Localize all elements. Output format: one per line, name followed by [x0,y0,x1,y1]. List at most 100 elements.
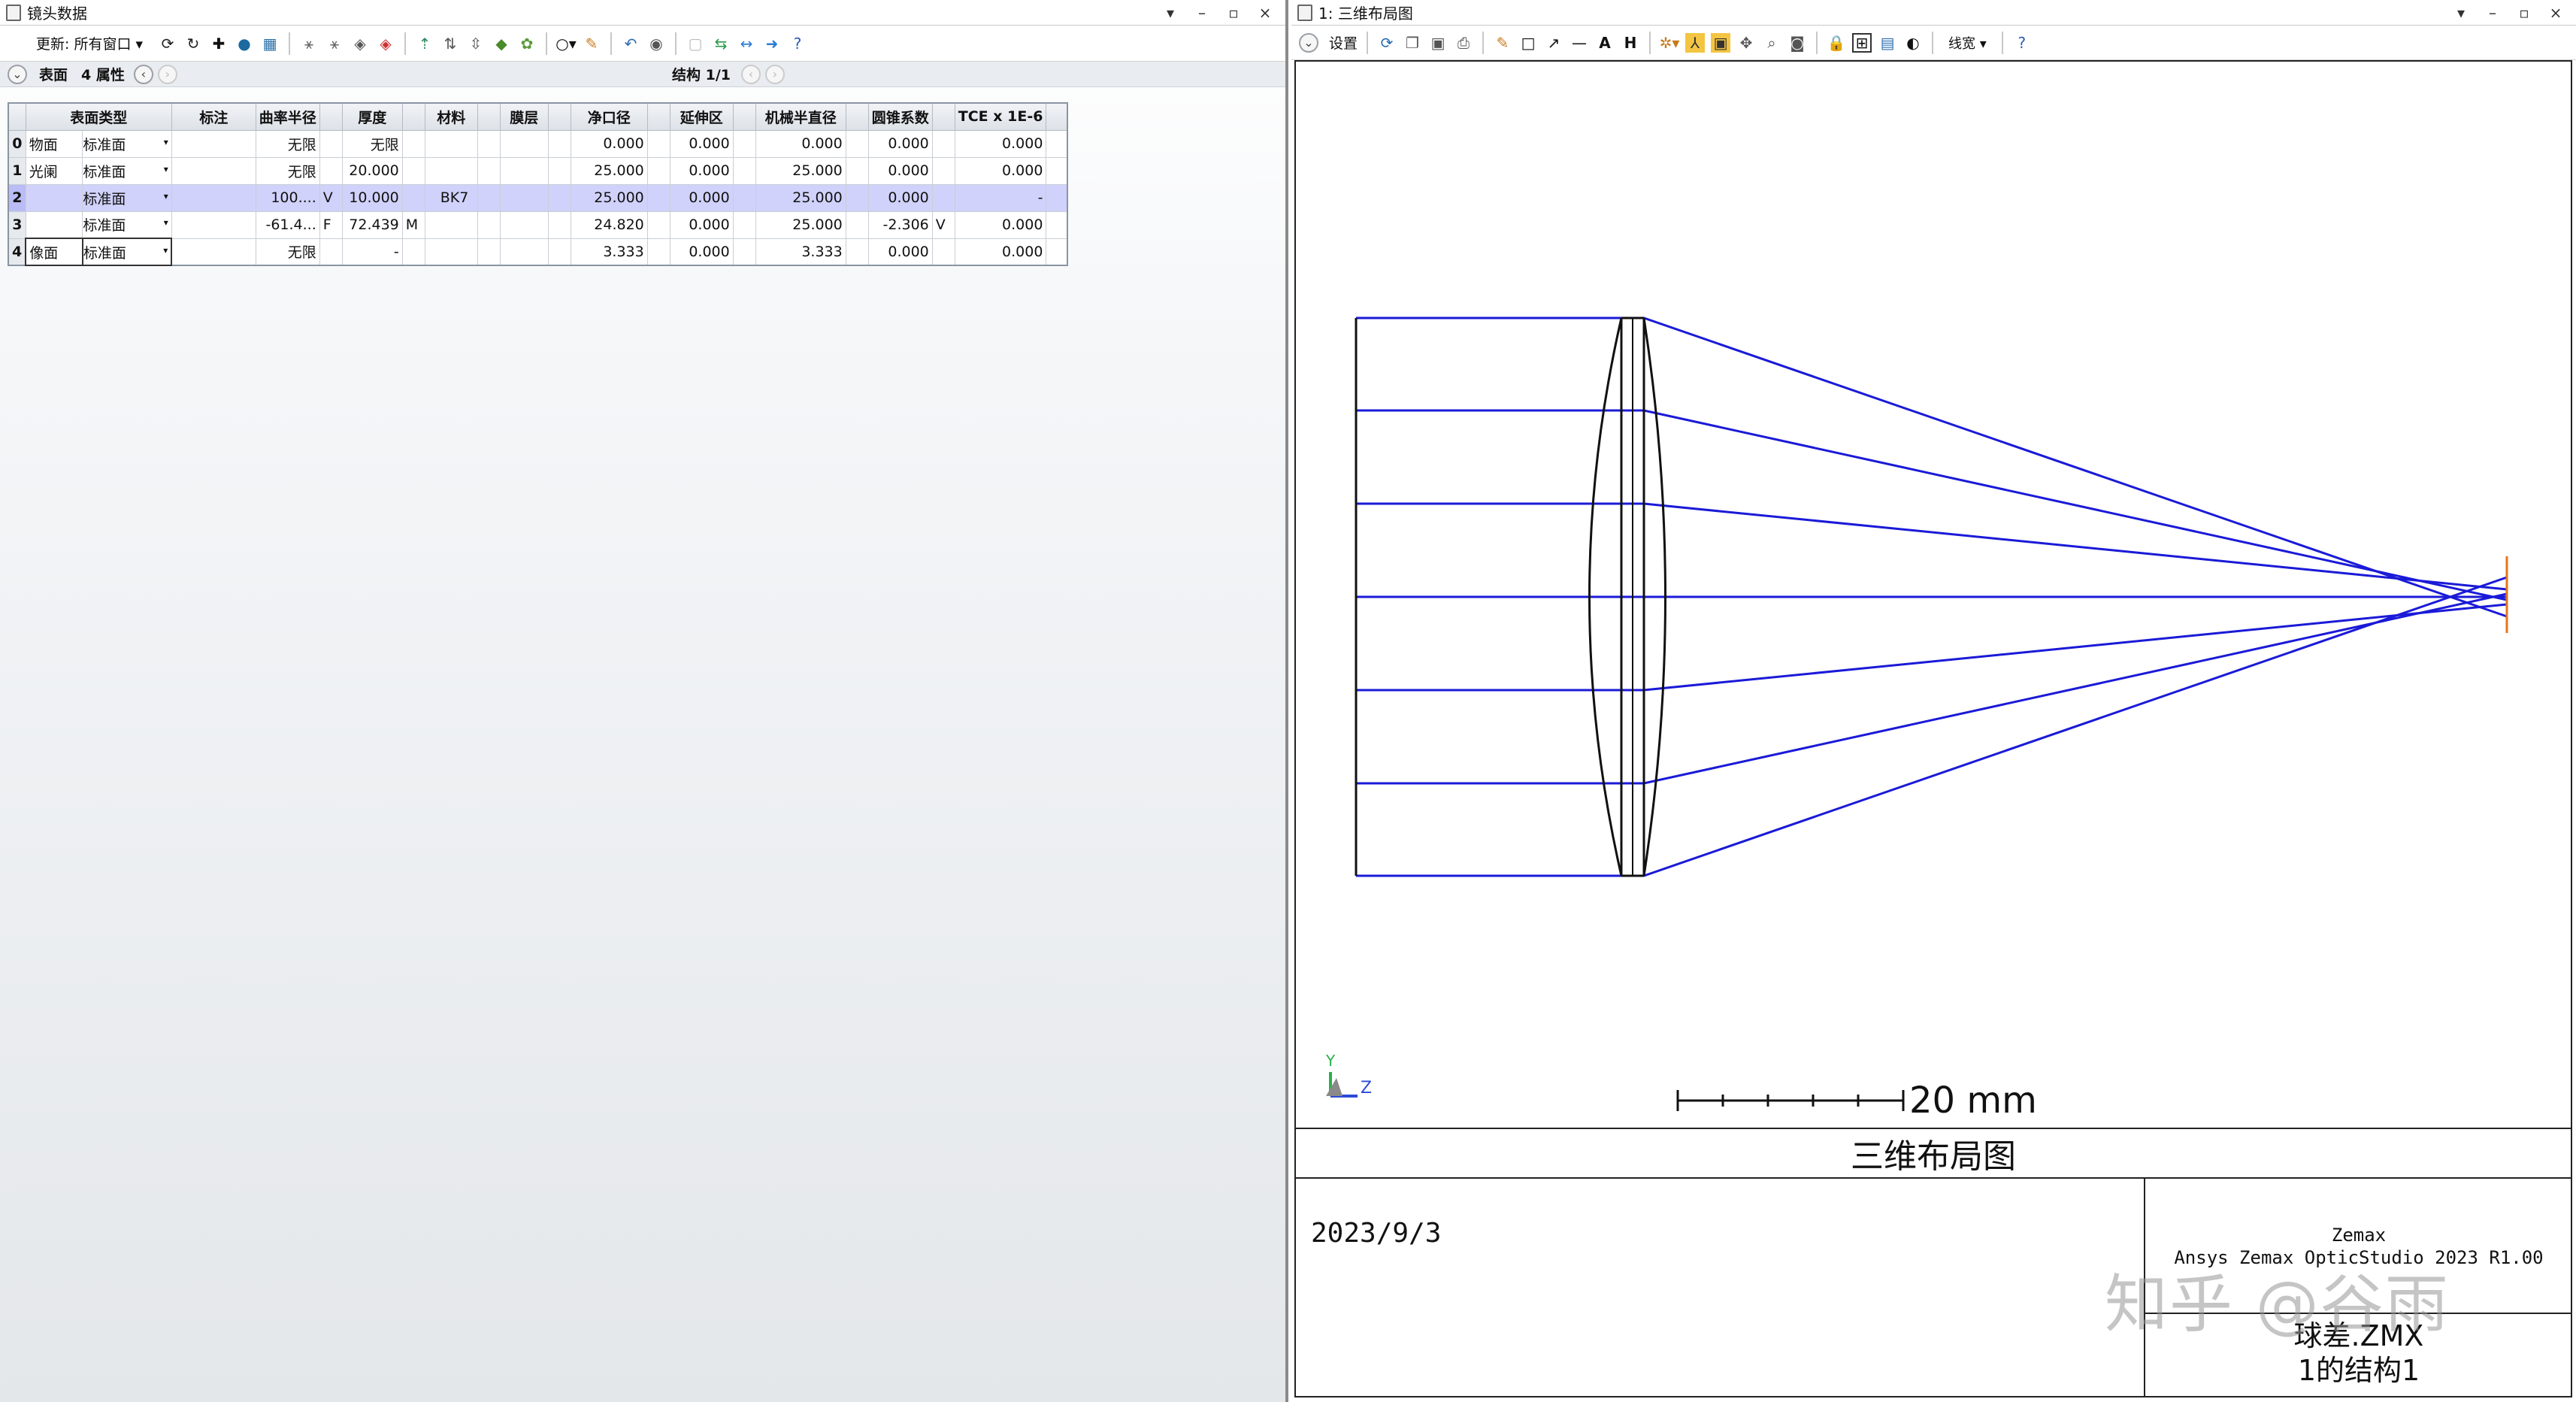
cell-chip-solve[interactable] [732,183,756,212]
cell-tce-solve[interactable] [1046,156,1068,185]
cell-surface-type[interactable]: 标准面 ▾ [82,129,172,158]
cell-thickness[interactable]: - [341,238,403,266]
cell-conic-solve[interactable] [931,238,955,266]
col-header-comment[interactable]: 标注 [171,102,256,131]
cell-material-solve[interactable] [477,156,501,185]
maximize-icon[interactable]: ▫ [2516,4,2532,22]
minimize-icon[interactable]: – [1194,4,1210,22]
pan-icon[interactable]: ✥ [1736,33,1756,53]
cell-mech-semi-dia[interactable]: 3.333 [755,238,846,266]
cell-conic-solve[interactable]: V [931,210,955,239]
cell-clear-solve[interactable] [646,129,670,158]
arrow-draw-icon[interactable]: ↗ [1544,33,1563,53]
cell-radius[interactable]: 无限 [255,238,320,266]
update-dropdown[interactable]: 更新: 所有窗口 ▾ [36,33,143,53]
cell-chip-solve[interactable] [732,129,756,158]
cell-thickness-solve[interactable] [401,238,425,266]
cell-thickness[interactable]: 10.000 [341,183,403,212]
cell-surface-type[interactable]: 标准面 ▾ [82,156,172,185]
cell-mech-semi-dia[interactable]: 0.000 [755,129,846,158]
cell-tce[interactable]: 0.000 [954,156,1047,185]
chevron-down-icon[interactable]: ▾ [164,191,168,201]
arrow-join-icon[interactable]: ⇳ [466,34,486,53]
wand2-icon[interactable]: ⚹ [325,34,344,53]
pencil-icon[interactable]: ✎ [582,34,601,53]
menu-dropdown-icon[interactable]: ▾ [1162,4,1179,22]
cell-conic[interactable]: 0.000 [867,183,933,212]
cell-surface-name[interactable] [25,210,83,239]
cell-thickness-solve[interactable] [401,156,425,185]
circle-icon[interactable]: ○▾ [555,34,577,53]
cube-icon[interactable]: ▦ [260,34,280,53]
arrow-up-icon[interactable]: ⇡ [415,34,434,53]
cell-coating[interactable] [499,156,549,185]
cell-surface-type[interactable]: 标准面 ▾ [82,210,172,239]
double-arrow-icon[interactable]: ↔ [737,34,756,53]
cell-conic-solve[interactable] [931,183,955,212]
cell-coating[interactable] [499,183,549,212]
add-icon[interactable]: ✚ [209,34,229,53]
table-row[interactable]: 0 物面 标准面 ▾ 无限 无限 0.000 0.000 0.000 0.000 0.000 [8,129,1068,158]
col-header-surface-type[interactable]: 表面类型 [25,102,172,131]
cell-comment[interactable] [171,183,256,212]
col-header-tce[interactable]: TCE x 1E-6 [954,102,1047,131]
col-header-radius[interactable]: 曲率半径 [255,102,320,131]
globe-icon[interactable]: ● [235,34,254,53]
settings-button[interactable]: 设置 [1329,32,1358,53]
cell-mech-solve[interactable] [845,238,869,266]
chevron-down-icon[interactable]: ▾ [164,137,168,147]
cell-radius-solve[interactable]: V [319,183,343,212]
cell-thickness-solve[interactable]: M [401,210,425,239]
table-row[interactable]: 3 标准面 ▾ -61.4... F 72.439 M 24.820 0.000 25.000 -2… [8,210,1068,239]
line-icon[interactable]: — [1570,33,1589,53]
cell-tce-solve[interactable] [1046,210,1068,239]
cell-radius-solve[interactable] [319,238,343,266]
cell-clear-solve[interactable] [646,210,670,239]
prev-config-icon[interactable]: ‹ [741,64,761,84]
fit-icon[interactable]: ⊞ [1852,32,1872,53]
table-row[interactable]: 2 标准面 ▾ 100.... V 10.000 BK7 25.000 0.000 25.000 0… [8,183,1068,212]
help-icon[interactable]: ? [2012,33,2032,53]
undo-icon[interactable]: ↶ [621,34,640,53]
cell-tce[interactable]: 0.000 [954,238,1047,266]
cell-thickness[interactable]: 72.439 [341,210,403,239]
cell-mech-semi-dia[interactable]: 25.000 [755,210,846,239]
refresh-icon[interactable]: ⟳ [158,34,177,53]
settings-expand-icon[interactable]: ⌄ [1299,32,1318,53]
cell-conic[interactable]: 0.000 [867,238,933,266]
cell-surface-name[interactable]: 光阑 [25,156,83,185]
cell-radius-solve[interactable] [319,129,343,158]
cell-chip-zone[interactable]: 0.000 [669,129,734,158]
cell-surface-name[interactable] [25,183,83,212]
cell-clear-semi-dia[interactable]: 25.000 [570,183,648,212]
expand-icon[interactable]: ⌄ [8,64,27,84]
cell-clear-semi-dia[interactable]: 3.333 [570,238,648,266]
minimize-icon[interactable]: – [2484,4,2501,22]
close-icon[interactable]: × [1257,4,1273,22]
cell-tce-solve[interactable] [1046,129,1068,158]
col-header-chip-zone[interactable]: 延伸区 [669,102,734,131]
cell-thickness[interactable]: 20.000 [341,156,403,185]
cell-comment[interactable] [171,210,256,239]
eye-icon[interactable]: ◉ [646,34,666,53]
chevron-down-icon[interactable]: ▾ [164,217,168,228]
refresh-all-icon[interactable]: ↻ [183,34,203,53]
col-header-coating[interactable]: 膜层 [499,102,549,131]
cell-surface-type[interactable]: 标准面 ▾ [81,238,173,266]
col-header-material[interactable]: 材料 [424,102,478,131]
cell-material[interactable]: BK7 [424,183,478,212]
cell-surface-type[interactable]: 标准面 ▾ [82,183,172,212]
cell-coating-solve[interactable] [547,129,571,158]
col-header-mech-semi-dia[interactable]: 机械半直径 [755,102,846,131]
cell-clear-semi-dia[interactable]: 25.000 [570,156,648,185]
cell-coating-solve[interactable] [547,156,571,185]
cell-radius[interactable]: -61.4... [255,210,320,239]
cell-coating[interactable] [499,238,549,266]
cell-mech-solve[interactable] [845,129,869,158]
cell-clear-semi-dia[interactable]: 0.000 [570,129,648,158]
arrow-split-icon[interactable]: ⇅ [440,34,460,53]
reset-icon[interactable]: ◐ [1903,33,1923,53]
cell-mech-solve[interactable] [845,156,869,185]
cell-material-solve[interactable] [477,210,501,239]
col-header-conic[interactable]: 圆锥系数 [867,102,933,131]
